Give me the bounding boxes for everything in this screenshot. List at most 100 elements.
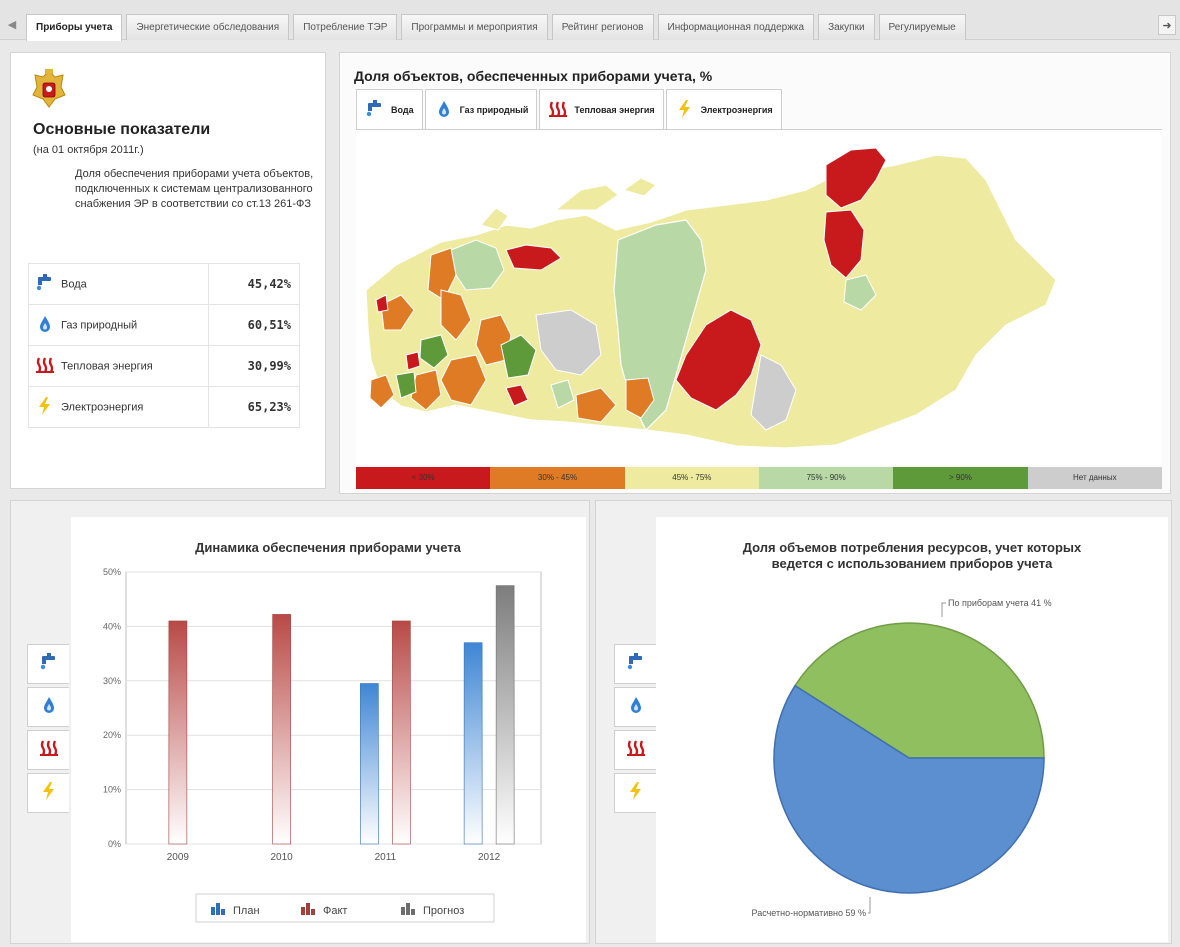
- side-tab-water[interactable]: [614, 644, 656, 684]
- tab-regions-rating[interactable]: Рейтинг регионов: [551, 14, 654, 40]
- legend-label[interactable]: План: [233, 905, 260, 917]
- gas-flame-icon: [434, 100, 454, 120]
- bar-Прогноз[interactable]: [495, 585, 515, 845]
- side-tab-heat[interactable]: [27, 730, 69, 770]
- side-tab-water[interactable]: [27, 644, 69, 684]
- side-tab-electricity[interactable]: [27, 773, 69, 813]
- tab-purchases[interactable]: Закупки: [818, 14, 875, 40]
- pie-leader-line: [868, 897, 871, 914]
- map-tab-heat[interactable]: Тепловая энергия: [539, 89, 664, 129]
- legend-label[interactable]: Факт: [323, 905, 347, 917]
- indicator-value: 65,23%: [208, 386, 300, 428]
- pie-title-line: ведется с использованием приборов учета: [772, 556, 1053, 571]
- legend-item-75-90: 75% - 90%: [758, 467, 894, 489]
- side-tab-heat[interactable]: [614, 730, 656, 770]
- map-tab-label: Газ природный: [459, 104, 529, 115]
- tab-programs[interactable]: Программы и мероприятия: [401, 14, 548, 40]
- side-tab-gas[interactable]: [27, 687, 69, 727]
- heat-icon: [548, 100, 568, 120]
- top-tab-bar: ◀ Приборы учета Энергетические обследова…: [0, 0, 1180, 41]
- indicator-value: 30,99%: [208, 345, 300, 387]
- legend-swatch: [301, 907, 305, 915]
- dynamics-chart-panel: Динамика обеспечения приборами учета 0% 1…: [10, 500, 590, 944]
- lightning-icon: [35, 396, 55, 418]
- pie-slice-label: По приборам учета 41 %: [948, 598, 1052, 608]
- indicators-table: Вода 45,42% Газ природный 60,51% Теплова…: [28, 263, 300, 428]
- indicators-description: Доля обеспечения приборами учета объекто…: [75, 168, 314, 210]
- x-tick-label: 2012: [478, 852, 501, 863]
- water-tap-icon: [35, 273, 55, 295]
- resource-side-tabs: [27, 644, 69, 816]
- legend-item-30-45: 30% - 45%: [490, 467, 625, 489]
- russia-map-svg: [365, 147, 1057, 449]
- bar-План[interactable]: [463, 642, 483, 845]
- indicator-row-heat: Тепловая энергия 30,99%: [28, 345, 300, 387]
- x-tick-label: 2009: [167, 852, 190, 863]
- tab-regulated[interactable]: Регулируемые: [878, 14, 966, 40]
- arrow-right-icon[interactable]: ➜: [1158, 15, 1176, 35]
- key-indicators-panel: Основные показатели (на 01 октября 2011г…: [10, 52, 326, 489]
- y-tick-label: 30%: [103, 676, 121, 686]
- heat-icon: [35, 356, 55, 377]
- gas-flame-icon: [39, 696, 59, 719]
- side-tab-electricity[interactable]: [614, 773, 656, 813]
- bar-chart-title: Динамика обеспечения приборами учета: [195, 540, 461, 555]
- legend-label[interactable]: Прогноз: [423, 905, 464, 917]
- pie-slice-label: Расчетно-нормативно 59 %: [752, 908, 867, 918]
- indicator-value: 45,42%: [208, 263, 300, 305]
- bar-Факт[interactable]: [272, 614, 291, 845]
- pie-title-line: Доля объемов потребления ресурсов, учет …: [743, 540, 1082, 555]
- indicator-label: Газ природный: [61, 318, 138, 331]
- y-tick-label: 50%: [103, 567, 121, 577]
- map-region[interactable]: [622, 177, 657, 197]
- indicator-row-water: Вода 45,42%: [28, 263, 300, 305]
- water-tap-icon: [39, 652, 59, 676]
- heat-icon: [39, 739, 59, 762]
- tab-consumption[interactable]: Потребление ТЭР: [293, 14, 398, 40]
- map-tab-water[interactable]: Вода: [356, 89, 423, 130]
- lightning-icon: [39, 781, 59, 805]
- map-tab-label: Тепловая энергия: [574, 104, 655, 115]
- bar-Факт[interactable]: [392, 620, 411, 845]
- bar-Факт[interactable]: [168, 620, 188, 845]
- pie-chart-svg: Доля объемов потребления ресурсов, учет …: [743, 540, 1082, 918]
- coat-of-arms-icon: [32, 69, 66, 108]
- consumption-pie-chart: Доля объемов потребления ресурсов, учет …: [656, 517, 1168, 942]
- pie-chart-slices: [773, 622, 1045, 894]
- legend-swatch: [211, 907, 215, 915]
- x-tick-label: 2010: [271, 852, 294, 863]
- indicators-title: Основные показатели: [33, 121, 211, 138]
- water-tap-icon: [365, 100, 385, 120]
- map-region[interactable]: [554, 184, 619, 211]
- dynamics-bar-chart: Динамика обеспечения приборами учета 0% 1…: [71, 517, 586, 942]
- legend-swatch: [406, 903, 410, 915]
- map-panel: Доля объектов, обеспеченных приборами уч…: [339, 52, 1171, 494]
- tab-meters[interactable]: Приборы учета: [26, 14, 123, 41]
- lightning-icon: [675, 99, 695, 120]
- arrow-left-icon[interactable]: ◀: [4, 15, 20, 35]
- gas-flame-icon: [626, 696, 646, 719]
- map-tab-electricity[interactable]: Электроэнергия: [665, 89, 782, 129]
- map-tab-gas[interactable]: Газ природный: [424, 89, 538, 129]
- indicator-label: Электроэнергия: [61, 400, 144, 413]
- x-tick-label: 2011: [375, 852, 397, 863]
- y-tick-label: 20%: [103, 730, 121, 740]
- resource-side-tabs: [614, 644, 656, 816]
- russia-regions-map[interactable]: [356, 129, 1162, 465]
- side-tab-gas[interactable]: [614, 687, 656, 727]
- legend-swatch: [411, 909, 415, 915]
- pie-chart-title: Доля объемов потребления ресурсов, учет …: [743, 540, 1082, 571]
- legend-item-below-30: < 30%: [356, 467, 491, 489]
- indicator-value: 60,51%: [208, 304, 300, 346]
- indicator-label: Вода: [61, 277, 87, 290]
- lightning-icon: [626, 781, 646, 805]
- tab-energy-audits[interactable]: Энергетические обследования: [126, 14, 290, 40]
- bar-chart-x-labels: 2009 2010 2011 2012: [167, 852, 501, 863]
- legend-swatch: [306, 903, 310, 915]
- y-tick-label: 0%: [108, 839, 121, 849]
- indicator-label: Тепловая энергия: [61, 359, 153, 372]
- map-title: Доля объектов, обеспеченных приборами уч…: [354, 68, 713, 84]
- tab-info-support[interactable]: Информационная поддержка: [657, 14, 815, 40]
- heat-icon: [626, 739, 646, 762]
- bar-План[interactable]: [360, 683, 379, 845]
